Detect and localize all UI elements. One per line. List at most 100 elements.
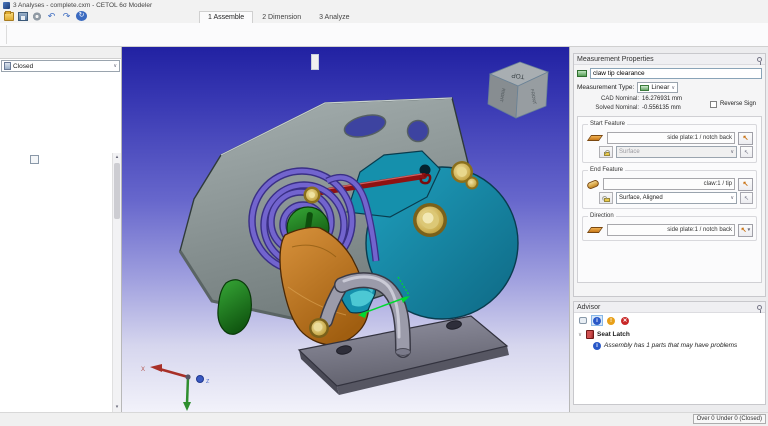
end-feature-group: End Feature claw:1 / tip ↖ Surface, Alig… xyxy=(582,170,757,209)
undo-icon[interactable]: ↶ xyxy=(46,12,57,21)
save-icon[interactable] xyxy=(18,12,28,21)
cam-pin xyxy=(309,318,329,338)
scroll-down-icon[interactable]: ▾ xyxy=(113,403,121,412)
settings-icon[interactable] xyxy=(32,12,42,21)
ribbon-tab-1-assemble[interactable]: 1 Assemble xyxy=(199,11,253,23)
pin-icon[interactable] xyxy=(757,305,762,310)
view-cube[interactable]: TOP RIGHT FRONT xyxy=(488,62,548,118)
chevron-down-icon: ∨ xyxy=(113,63,117,69)
references-tab-content: Start Feature side plate:1 / notch back … xyxy=(577,117,762,283)
warning-icon: ! xyxy=(607,317,615,325)
pivot-pin xyxy=(413,203,447,237)
sync-icon[interactable]: ↻ xyxy=(76,11,87,21)
measurement-icon xyxy=(577,70,587,77)
advisor-root-label: Seat Latch xyxy=(597,331,630,338)
chevron-down-icon: ∨ xyxy=(671,85,675,91)
info-icon: i xyxy=(593,317,601,325)
ribbon xyxy=(0,23,768,47)
model-tree xyxy=(0,165,112,412)
solved-nominal-label: Solved Nominal: xyxy=(577,104,639,113)
tree-toolbar xyxy=(0,153,121,165)
linear-type-icon xyxy=(640,85,649,91)
start-feature-label: Start Feature xyxy=(588,121,627,127)
add-dimension-button[interactable] xyxy=(30,155,39,164)
ribbon-tab-2-dimension[interactable]: 2 Dimension xyxy=(253,11,310,23)
end-surface-pick-button[interactable]: ↖ xyxy=(740,192,753,204)
chat-icon xyxy=(579,317,587,324)
direction-group: Direction side plate:1 / notch back ↖▾ xyxy=(582,216,757,241)
plate-round-hole xyxy=(408,121,429,142)
end-feature-pick-button[interactable]: ↖ xyxy=(738,178,753,191)
scrollbar-thumb[interactable] xyxy=(114,163,120,219)
state-filter-dropdown[interactable]: Closed ∨ xyxy=(1,60,120,72)
closed-state-icon xyxy=(4,62,11,70)
ribbon-separator xyxy=(6,25,7,44)
scroll-up-icon[interactable]: ▴ xyxy=(113,153,121,162)
latch-hook-part[interactable] xyxy=(218,280,251,334)
status-over-under: Over 0 Under 0 (Closed) xyxy=(693,414,766,424)
direction-pick-button[interactable]: ↖▾ xyxy=(738,224,753,237)
measurement-name-input[interactable] xyxy=(590,68,762,79)
orientation-triad: X Y Z xyxy=(141,364,210,412)
plane-feature-icon xyxy=(587,227,603,233)
chevron-down-icon: ∨ xyxy=(730,195,734,201)
measurement-tree xyxy=(0,73,121,152)
3d-viewport[interactable]: TOP RIGHT FRONT X Y Z xyxy=(122,47,569,412)
lock-closed-button[interactable] xyxy=(599,146,613,158)
plane-feature-icon xyxy=(587,135,603,141)
expander-icon[interactable]: ∨ xyxy=(577,332,583,338)
measurement-type-value: Linear xyxy=(651,84,669,91)
app-icon xyxy=(3,2,10,9)
direction-field[interactable]: side plate:1 / notch back xyxy=(607,224,735,236)
measurement-type-label: Measurement Type: xyxy=(577,84,634,91)
info-icon: i xyxy=(593,342,601,350)
start-feature-field[interactable]: side plate:1 / notch back xyxy=(607,132,735,144)
app-window: 3 Analyses - complete.cxm - CETOL 6σ Mod… xyxy=(0,0,768,426)
cad-nominal-value: 16.276931 mm xyxy=(642,95,682,104)
3d-model[interactable]: TOP RIGHT FRONT X Y Z xyxy=(122,47,569,412)
reverse-sign-label: Reverse Sign xyxy=(720,101,756,107)
tree-panel-tabs xyxy=(0,47,121,59)
redo-icon[interactable]: ↷ xyxy=(61,12,72,21)
ribbon-tab-3-analyze[interactable]: 3 Analyze xyxy=(310,11,358,23)
chevron-down-icon: ∨ xyxy=(730,149,734,155)
reverse-sign-checkbox[interactable] xyxy=(710,101,717,108)
measurement-properties-panel: Measurement Properties Measurement Type:… xyxy=(573,53,766,297)
pin-icon[interactable] xyxy=(757,57,762,62)
ribbon-tab-bar: ↶ ↷ ↻ 1 Assemble2 Dimension3 Analyze xyxy=(0,10,768,23)
advisor-root-row[interactable]: ∨ Seat Latch xyxy=(577,329,762,340)
start-feature-group: Start Feature side plate:1 / notch back … xyxy=(582,124,757,163)
advisor-info-filter-button[interactable]: i xyxy=(591,315,603,326)
state-filter-value: Closed xyxy=(13,63,111,70)
window-title: 3 Analyses - complete.cxm - CETOL 6σ Mod… xyxy=(13,2,152,9)
solved-nominal-value: -0.556135 mm xyxy=(642,104,681,113)
advisor-warning-filter-button[interactable]: ! xyxy=(605,315,617,326)
spring-pin xyxy=(304,187,321,204)
open-folder-icon[interactable] xyxy=(4,12,14,21)
advisor-comments-button[interactable] xyxy=(577,315,589,326)
properties-column: Measurement Properties Measurement Type:… xyxy=(569,47,768,412)
quick-access-toolbar: ↶ ↷ ↻ xyxy=(0,11,91,23)
advisor-message: Assembly has 1 parts that may have probl… xyxy=(604,342,737,349)
direction-label: Direction xyxy=(588,213,616,219)
advisor-message-row[interactable]: i Assembly has 1 parts that may have pro… xyxy=(577,340,762,351)
main-area: Closed ∨ ▴ ▾ xyxy=(0,47,768,412)
advisor-panel: Advisor i ! ✕ ∨ Seat Latch xyxy=(573,301,766,405)
error-icon: ✕ xyxy=(621,317,629,325)
ribbon-tabs: 1 Assemble2 Dimension3 Analyze xyxy=(199,11,358,23)
start-feature-pick-button[interactable]: ↖ xyxy=(738,132,753,145)
advisor-error-filter-button[interactable]: ✕ xyxy=(619,315,631,326)
start-surface-pick-button[interactable]: ↖ xyxy=(740,146,753,158)
end-feature-field[interactable]: claw:1 / tip xyxy=(603,178,735,190)
end-surface-type-dropdown[interactable]: Surface, Aligned ∨ xyxy=(616,192,737,204)
cylinder-feature-icon xyxy=(586,179,600,190)
measurement-type-dropdown[interactable]: Linear ∨ xyxy=(637,82,678,93)
triad-z-label: Z xyxy=(206,379,210,385)
start-surface-type-dropdown[interactable]: Surface ∨ xyxy=(616,146,737,158)
measurement-properties-title: Measurement Properties xyxy=(577,56,654,63)
chevron-down-icon: ▾ xyxy=(748,227,751,233)
cad-nominal-label: CAD Nominal: xyxy=(577,95,639,104)
tree-panel: Closed ∨ ▴ ▾ xyxy=(0,47,122,412)
lock-open-button[interactable] xyxy=(599,192,613,204)
tree-scrollbar[interactable]: ▴ ▾ xyxy=(112,153,121,412)
